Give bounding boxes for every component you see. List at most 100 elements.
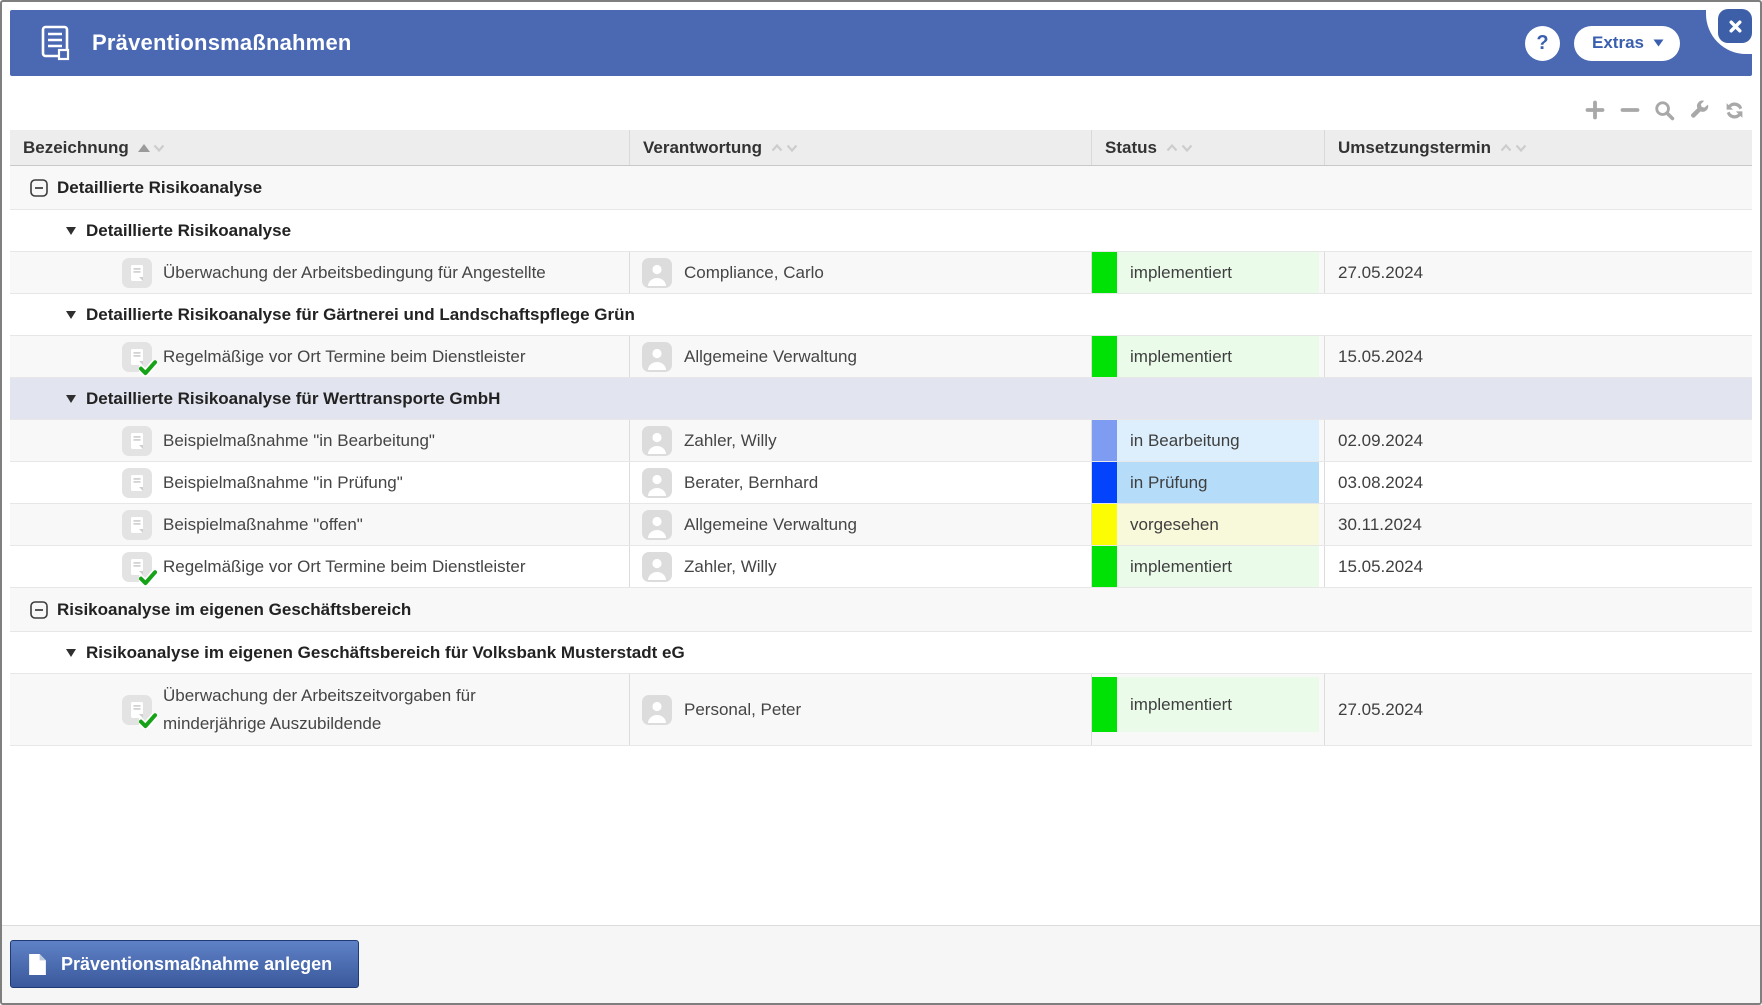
cell-status[interactable]: implementiert bbox=[1092, 336, 1325, 377]
chevron-down-icon bbox=[1653, 39, 1664, 47]
sort-desc-icon bbox=[1515, 144, 1527, 152]
cell-verantwortung[interactable]: Allgemeine Verwaltung bbox=[630, 336, 1092, 377]
date-value: 15.05.2024 bbox=[1338, 347, 1423, 367]
table-row[interactable]: Überwachung der Arbeitszeitvorgaben für … bbox=[10, 674, 1752, 746]
cell-verantwortung[interactable]: Personal, Peter bbox=[630, 674, 1092, 745]
cell-bezeichnung[interactable]: Beispielmaßnahme "offen" bbox=[10, 504, 630, 545]
cell-status[interactable]: implementiert bbox=[1092, 252, 1325, 293]
subgroup-label: Detaillierte Risikoanalyse bbox=[86, 221, 291, 241]
subgroup-label: Detaillierte Risikoanalyse für Werttrans… bbox=[86, 389, 500, 409]
search-icon bbox=[1654, 100, 1675, 121]
cell-verantwortung[interactable]: Zahler, Willy bbox=[630, 546, 1092, 587]
cell-status[interactable]: in Bearbeitung bbox=[1092, 420, 1325, 461]
measure-name: Regelmäßige vor Ort Termine beim Dienstl… bbox=[163, 557, 525, 577]
cell-bezeichnung[interactable]: Überwachung der Arbeitszeitvorgaben für … bbox=[10, 674, 630, 745]
column-header-verantwortung[interactable]: Verantwortung bbox=[630, 130, 1092, 165]
cell-status[interactable]: in Prüfung bbox=[1092, 462, 1325, 503]
status-label: implementiert bbox=[1117, 252, 1319, 293]
measure-document-icon bbox=[122, 510, 152, 540]
date-value: 02.09.2024 bbox=[1338, 431, 1423, 451]
table-row[interactable]: Beispielmaßnahme "in Prüfung"Berater, Be… bbox=[10, 462, 1752, 504]
cell-umsetzungstermin[interactable]: 27.05.2024 bbox=[1325, 674, 1752, 745]
close-button[interactable] bbox=[1718, 9, 1752, 43]
column-label: Bezeichnung bbox=[23, 138, 129, 158]
search-button[interactable] bbox=[1653, 99, 1676, 122]
date-value: 27.05.2024 bbox=[1338, 700, 1423, 720]
cell-umsetzungstermin[interactable]: 15.05.2024 bbox=[1325, 336, 1752, 377]
column-header-umsetzungstermin[interactable]: Umsetzungstermin bbox=[1325, 130, 1752, 165]
subgroup-row[interactable]: Detaillierte Risikoanalyse für Werttrans… bbox=[10, 378, 1752, 420]
add-icon bbox=[1585, 100, 1605, 120]
document-icon bbox=[40, 25, 72, 61]
table-row[interactable]: Regelmäßige vor Ort Termine beim Dienstl… bbox=[10, 336, 1752, 378]
collapse-triangle-icon[interactable] bbox=[65, 648, 77, 658]
subgroup-label: Detaillierte Risikoanalyse für Gärtnerei… bbox=[86, 305, 635, 325]
sort-icons bbox=[1500, 144, 1527, 152]
collapse-triangle-icon[interactable] bbox=[65, 226, 77, 236]
group-row[interactable]: Risikoanalyse im eigenen Geschäftsbereic… bbox=[10, 588, 1752, 632]
responsible-name: Compliance, Carlo bbox=[684, 263, 824, 283]
table-row[interactable]: Regelmäßige vor Ort Termine beim Dienstl… bbox=[10, 546, 1752, 588]
remove-button[interactable] bbox=[1618, 99, 1641, 122]
responsible-name: Zahler, Willy bbox=[684, 431, 777, 451]
cell-bezeichnung[interactable]: Beispielmaßnahme "in Prüfung" bbox=[10, 462, 630, 503]
cell-bezeichnung[interactable]: Regelmäßige vor Ort Termine beim Dienstl… bbox=[10, 546, 630, 587]
cell-umsetzungstermin[interactable]: 15.05.2024 bbox=[1325, 546, 1752, 587]
collapse-triangle-icon[interactable] bbox=[65, 310, 77, 320]
group-row[interactable]: Detaillierte Risikoanalyse bbox=[10, 166, 1752, 210]
cell-umsetzungstermin[interactable]: 03.08.2024 bbox=[1325, 462, 1752, 503]
cell-umsetzungstermin[interactable]: 02.09.2024 bbox=[1325, 420, 1752, 461]
status-color-bar bbox=[1092, 462, 1117, 503]
extras-button[interactable]: Extras bbox=[1574, 26, 1680, 61]
content-spacer bbox=[2, 746, 1760, 925]
cell-verantwortung[interactable]: Zahler, Willy bbox=[630, 420, 1092, 461]
status-color-bar bbox=[1092, 336, 1117, 377]
cell-status[interactable]: vorgesehen bbox=[1092, 504, 1325, 545]
settings-button[interactable] bbox=[1688, 99, 1711, 122]
help-button[interactable]: ? bbox=[1525, 26, 1560, 61]
measure-document-icon bbox=[122, 552, 152, 582]
group-label: Detaillierte Risikoanalyse bbox=[57, 178, 262, 198]
subgroup-row[interactable]: Detaillierte Risikoanalyse bbox=[10, 210, 1752, 252]
cell-status[interactable]: implementiert bbox=[1092, 546, 1325, 587]
add-button[interactable] bbox=[1583, 99, 1606, 122]
table-row[interactable]: Überwachung der Arbeitsbedingung für Ang… bbox=[10, 252, 1752, 294]
create-measure-button[interactable]: Präventionsmaßnahme anlegen bbox=[10, 940, 359, 988]
collapse-triangle-icon[interactable] bbox=[65, 394, 77, 404]
cell-bezeichnung[interactable]: Beispielmaßnahme "in Bearbeitung" bbox=[10, 420, 630, 461]
responsible-name: Zahler, Willy bbox=[684, 557, 777, 577]
close-icon bbox=[1728, 19, 1743, 34]
status-label: implementiert bbox=[1117, 546, 1319, 587]
person-icon bbox=[642, 468, 672, 498]
cell-umsetzungstermin[interactable]: 27.05.2024 bbox=[1325, 252, 1752, 293]
table-row[interactable]: Beispielmaßnahme "offen"Allgemeine Verwa… bbox=[10, 504, 1752, 546]
collapse-icon[interactable] bbox=[30, 179, 48, 197]
column-header-status[interactable]: Status bbox=[1092, 130, 1325, 165]
measure-name: Regelmäßige vor Ort Termine beim Dienstl… bbox=[163, 347, 525, 367]
sort-icons bbox=[771, 144, 798, 152]
responsible-name: Allgemeine Verwaltung bbox=[684, 347, 857, 367]
cell-verantwortung[interactable]: Berater, Bernhard bbox=[630, 462, 1092, 503]
table-row[interactable]: Beispielmaßnahme "in Bearbeitung" Zahler,… bbox=[10, 420, 1752, 462]
cell-bezeichnung[interactable]: Überwachung der Arbeitsbedingung für Ang… bbox=[10, 252, 630, 293]
column-label: Status bbox=[1105, 138, 1157, 158]
status-label: in Prüfung bbox=[1117, 462, 1319, 503]
sort-asc-icon bbox=[771, 144, 783, 152]
refresh-button[interactable] bbox=[1723, 99, 1746, 122]
column-header-bezeichnung[interactable]: Bezeichnung bbox=[10, 130, 630, 165]
measure-name: Überwachung der Arbeitszeitvorgaben für … bbox=[163, 682, 533, 738]
cell-bezeichnung[interactable]: Regelmäßige vor Ort Termine beim Dienstl… bbox=[10, 336, 630, 377]
sort-asc-active-icon bbox=[138, 144, 150, 152]
cell-verantwortung[interactable]: Allgemeine Verwaltung bbox=[630, 504, 1092, 545]
subgroup-row[interactable]: Risikoanalyse im eigenen Geschäftsbereic… bbox=[10, 632, 1752, 674]
cell-umsetzungstermin[interactable]: 30.11.2024 bbox=[1325, 504, 1752, 545]
measure-document-icon bbox=[122, 695, 152, 725]
measure-document-icon bbox=[122, 342, 152, 372]
status-color-bar bbox=[1092, 546, 1117, 587]
sort-asc-icon bbox=[1166, 144, 1178, 152]
measure-name: Beispielmaßnahme "in Bearbeitung" bbox=[163, 431, 435, 451]
cell-status[interactable]: implementiert bbox=[1092, 674, 1325, 745]
cell-verantwortung[interactable]: Compliance, Carlo bbox=[630, 252, 1092, 293]
subgroup-row[interactable]: Detaillierte Risikoanalyse für Gärtnerei… bbox=[10, 294, 1752, 336]
collapse-icon[interactable] bbox=[30, 601, 48, 619]
